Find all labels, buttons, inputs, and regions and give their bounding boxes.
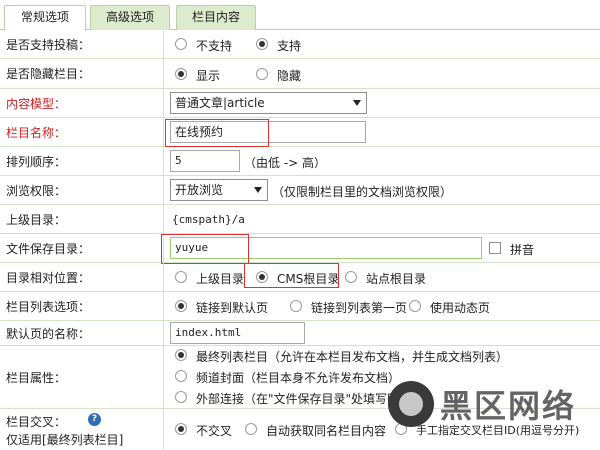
label-dir-relative-pos: 目录相对位置： (6, 270, 91, 285)
label-default-page: 默认页的名称： (6, 326, 91, 341)
radio-site-root-label: 站点根目录 (366, 272, 427, 286)
row-allow-submit: 是否支持投稿： 不支持 支持 (0, 30, 600, 59)
row-content-model: 内容模型： 普通文章|article (0, 89, 600, 118)
row-column-name: 栏目名称： 在线预约 (0, 118, 600, 147)
tab-general[interactable]: 常规选项 (4, 5, 86, 31)
watermark-logo-icon (388, 381, 434, 427)
radio-submit-no[interactable] (175, 38, 187, 50)
tab-bar: 常规选项 高级选项 栏目内容 (0, 0, 600, 31)
label-column-attribute: 栏目属性： (6, 370, 67, 385)
radio-submit-yes-label: 支持 (277, 39, 302, 53)
default-page-input[interactable]: index.html (170, 322, 305, 344)
parent-dir-value: {cmspath}/a (172, 213, 245, 226)
label-column-name: 栏目名称： (6, 125, 67, 140)
label-parent-dir: 上级目录： (6, 212, 67, 227)
radio-submit-yes[interactable] (256, 38, 268, 50)
radio-link-first-page[interactable] (290, 300, 302, 312)
radio-cms-root-label: CMS根目录 (277, 272, 340, 286)
tab-content[interactable]: 栏目内容 (176, 5, 256, 30)
label-sort-order: 排列顺序： (6, 154, 67, 169)
label-allow-submit: 是否支持投稿： (6, 37, 91, 52)
label-content-model: 内容模型： (6, 96, 67, 111)
radio-hide-label: 隐藏 (277, 69, 302, 83)
chevron-down-icon (353, 100, 361, 106)
row-sort-order: 排列顺序： 5 （由低 -> 高） (0, 147, 600, 176)
content-model-select[interactable]: 普通文章|article (170, 92, 367, 114)
row-list-options: 栏目列表选项： 链接到默认页 链接到列表第一页 使用动态页 (0, 292, 600, 321)
label-cross-column-note: 仅适用[最终列表栏目] (6, 433, 124, 447)
radio-dynamic-page[interactable] (409, 300, 421, 312)
row-parent-dir: 上级目录： {cmspath}/a (0, 205, 600, 234)
radio-parent-dir[interactable] (175, 271, 187, 283)
radio-no-cross-label: 不交叉 (196, 424, 233, 438)
label-list-options: 栏目列表选项： (6, 299, 91, 314)
watermark: 黑区网络 (388, 379, 598, 429)
radio-hide[interactable] (256, 68, 268, 80)
radio-auto-cross[interactable] (245, 423, 257, 435)
row-dir-relative-pos: 目录相对位置： 上级目录 CMS根目录 站点根目录 (0, 263, 600, 292)
label-cross-column: 栏目交叉： (6, 415, 67, 429)
pinyin-label: 拼音 (510, 243, 535, 257)
radio-no-cross[interactable] (175, 423, 187, 435)
radio-cms-root[interactable] (256, 271, 268, 283)
radio-link-default-label: 链接到默认页 (196, 301, 269, 315)
radio-final-list[interactable] (175, 349, 187, 361)
label-browse-permission: 浏览权限： (6, 183, 67, 198)
radio-parent-dir-label: 上级目录 (196, 272, 245, 286)
radio-link-default[interactable] (175, 300, 187, 312)
sort-order-hint: （由低 -> 高） (244, 156, 327, 170)
radio-dynamic-page-label: 使用动态页 (430, 301, 491, 315)
radio-final-list-label: 最终列表栏目（允许在本栏目发布文档，并生成文档列表） (196, 350, 509, 364)
radio-auto-cross-label: 自动获取同名栏目内容 (266, 424, 387, 438)
column-name-input[interactable]: 在线预约 (170, 121, 366, 143)
watermark-text: 黑区网络 (440, 387, 577, 425)
row-browse-permission: 浏览权限： 开放浏览 （仅限制栏目里的文档浏览权限） (0, 176, 600, 205)
radio-channel-cover[interactable] (175, 370, 187, 382)
label-save-dir: 文件保存目录： (6, 241, 91, 256)
radio-link-first-page-label: 链接到列表第一页 (311, 301, 408, 315)
browse-permission-hint: （仅限制栏目里的文档浏览权限） (272, 185, 453, 199)
browse-permission-value: 开放浏览 (175, 183, 224, 197)
browse-permission-select[interactable]: 开放浏览 (170, 179, 268, 201)
radio-show-label: 显示 (196, 69, 221, 83)
chevron-down-icon (254, 187, 262, 193)
row-hide-column: 是否隐藏栏目： 显示 隐藏 (0, 59, 600, 89)
sort-order-input[interactable]: 5 (170, 150, 240, 172)
content-model-value: 普通文章|article (175, 96, 265, 110)
tab-advanced[interactable]: 高级选项 (90, 5, 170, 30)
save-dir-input[interactable]: yuyue (170, 237, 482, 259)
radio-channel-cover-label: 频道封面（栏目本身不允许发布文档） (196, 371, 401, 385)
radio-show[interactable] (175, 68, 187, 80)
row-save-dir: 文件保存目录： yuyue 拼音 (0, 234, 600, 264)
pinyin-checkbox[interactable] (489, 242, 501, 254)
row-default-page: 默认页的名称： index.html (0, 321, 600, 346)
label-hide-column: 是否隐藏栏目： (6, 67, 91, 81)
radio-submit-no-label: 不支持 (196, 39, 233, 53)
radio-site-root[interactable] (345, 271, 357, 283)
help-icon[interactable]: ? (88, 413, 101, 426)
radio-external-link[interactable] (175, 391, 187, 403)
